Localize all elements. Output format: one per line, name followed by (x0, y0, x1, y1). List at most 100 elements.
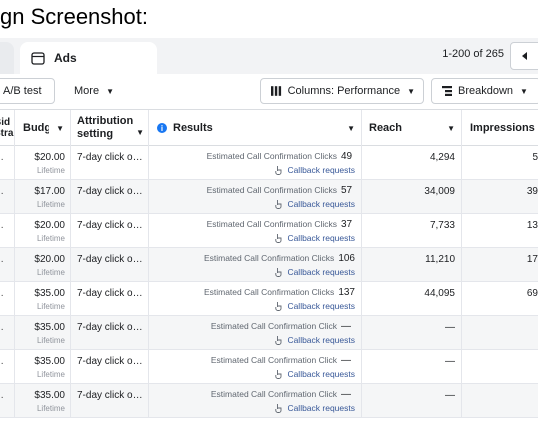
columns-dropdown[interactable]: Columns: Performance ▼ (260, 78, 424, 104)
table-row[interactable]: … $20.00 Lifetime 7-day click o… Estimat… (0, 214, 538, 248)
breakdown-label: Breakdown (458, 85, 514, 97)
cell-attribution: 7-day click o… (71, 350, 149, 384)
cell-attribution: 7-day click o… (71, 248, 149, 282)
column-header-impressions[interactable]: Impressions (462, 110, 538, 146)
callback-requests-link[interactable]: Callback requests (149, 335, 355, 345)
cell-reach: — (362, 384, 462, 418)
budget-value: $20.00 (34, 220, 65, 231)
cell-bid-strategy: … (0, 384, 15, 418)
cell-budget[interactable]: $20.00 Lifetime (16, 248, 71, 282)
callback-requests-link[interactable]: Callback requests (149, 165, 355, 175)
column-header-reach-label: Reach (369, 122, 403, 134)
cell-attribution: 7-day click o… (71, 282, 149, 316)
column-header-results-label: Results (173, 122, 213, 134)
callback-requests-link[interactable]: Callback requests (149, 233, 355, 243)
pagination-range: 1-200 of 265 (442, 48, 504, 60)
tab-ads-label: Ads (54, 51, 77, 65)
budget-value: $20.00 (34, 254, 65, 265)
budget-value: $35.00 (34, 322, 65, 333)
budget-type: Lifetime (36, 268, 65, 277)
callback-requests-link[interactable]: Callback requests (149, 403, 355, 413)
cell-impressions (462, 384, 538, 418)
cell-impressions: 13 (526, 220, 538, 231)
touch-hand-icon (275, 268, 282, 277)
more-button[interactable]: More ▼ (64, 78, 126, 104)
column-header-budget[interactable]: Budget ▼ (16, 110, 71, 146)
cell-budget[interactable]: $35.00 Lifetime (16, 316, 71, 350)
budget-type: Lifetime (36, 166, 65, 175)
callback-requests-link[interactable]: Callback requests (149, 369, 355, 379)
cell-results: Estimated Call Confirmation Click — Call… (149, 350, 362, 384)
cell-bid-strategy: … (0, 180, 15, 214)
touch-hand-icon (275, 166, 282, 175)
touch-hand-icon (275, 302, 282, 311)
result-value: 137 (338, 287, 355, 298)
column-header-results[interactable]: i Results ▼ (149, 110, 362, 146)
result-value: 49 (341, 151, 353, 162)
column-header-reach[interactable]: Reach ▼ (362, 110, 462, 146)
table-row[interactable]: … $35.00 Lifetime 7-day click o… Estimat… (0, 282, 538, 316)
touch-hand-icon (275, 200, 282, 209)
callback-requests-link[interactable]: Callback requests (149, 301, 355, 311)
table-row[interactable]: … $35.00 Lifetime 7-day click o… Estimat… (0, 316, 538, 350)
cell-bid-strategy: … (0, 350, 15, 384)
cell-results: Estimated Call Confirmation Click — Call… (149, 384, 362, 418)
cell-attribution: 7-day click o… (71, 214, 149, 248)
result-metric: Estimated Call Confirmation Click (210, 389, 337, 399)
cell-bid-strategy: … (0, 282, 15, 316)
column-header-budget-label: Budget (23, 122, 49, 134)
sort-caret-icon: ▼ (136, 128, 144, 137)
sort-caret-icon: ▼ (347, 123, 355, 133)
tab-previous[interactable] (0, 42, 14, 74)
table-row[interactable]: … $17.00 Lifetime 7-day click o… Estimat… (0, 180, 538, 214)
callback-requests-link[interactable]: Callback requests (149, 267, 355, 277)
previous-page-button[interactable] (510, 42, 538, 70)
cell-reach: 34,009 (362, 180, 462, 214)
result-subtext: Callback requests (287, 403, 355, 413)
caret-down-icon: ▼ (407, 86, 415, 96)
budget-type: Lifetime (36, 302, 65, 311)
touch-hand-icon (275, 234, 282, 243)
cell-bid-strategy: … (0, 146, 15, 180)
cell-attribution: 7-day click o… (71, 146, 149, 180)
cell-budget[interactable]: $17.00 Lifetime (16, 180, 71, 214)
breakdown-icon (442, 86, 452, 96)
tab-ads[interactable]: Ads (20, 42, 157, 74)
cell-bid-strategy: … (0, 316, 15, 350)
cell-budget[interactable]: $20.00 Lifetime (16, 146, 71, 180)
cell-attribution: 7-day click o… (71, 180, 149, 214)
result-subtext: Callback requests (287, 301, 355, 311)
cell-reach: 4,294 (362, 146, 462, 180)
cell-impressions (462, 350, 538, 384)
toolbar: A/B test More ▼ Columns: Performance ▼ B… (0, 74, 538, 110)
cell-budget[interactable]: $35.00 Lifetime (16, 384, 71, 418)
result-metric: Estimated Call Confirmation Clicks (206, 185, 337, 195)
breakdown-dropdown[interactable]: Breakdown ▼ (431, 78, 538, 104)
cell-reach: — (362, 316, 462, 350)
cell-budget[interactable]: $20.00 Lifetime (16, 214, 71, 248)
column-header-attribution[interactable]: Attribution setting ▼ (71, 110, 149, 146)
columns-icon (271, 86, 282, 96)
cell-budget[interactable]: $35.00 Lifetime (16, 282, 71, 316)
result-value: — (341, 321, 351, 332)
cell-reach: — (362, 350, 462, 384)
cell-budget[interactable]: $35.00 Lifetime (16, 350, 71, 384)
info-icon[interactable]: i (157, 123, 167, 133)
cell-impressions: 17 (526, 254, 538, 265)
result-metric: Estimated Call Confirmation Clicks (206, 219, 337, 229)
chevron-left-icon (522, 52, 527, 60)
table-row[interactable]: … $20.00 Lifetime 7-day click o… Estimat… (0, 146, 538, 180)
column-header-bid-strategy[interactable]: Bid Stra (0, 110, 15, 146)
callback-requests-link[interactable]: Callback requests (149, 199, 355, 209)
more-label: More (74, 85, 100, 97)
table-row[interactable]: … $35.00 Lifetime 7-day click o… Estimat… (0, 384, 538, 418)
ad-window-icon (31, 51, 45, 65)
cell-attribution: 7-day click o… (71, 384, 149, 418)
table-row[interactable]: … $35.00 Lifetime 7-day click o… Estimat… (0, 350, 538, 384)
table-row[interactable]: … $20.00 Lifetime 7-day click o… Estimat… (0, 248, 538, 282)
cell-results: Estimated Call Confirmation Clicks 137 C… (149, 282, 362, 316)
cell-results: Estimated Call Confirmation Clicks 37 Ca… (149, 214, 362, 248)
result-subtext: Callback requests (287, 335, 355, 345)
cell-reach: 44,095 (362, 282, 462, 316)
ab-test-button[interactable]: A/B test (0, 78, 55, 104)
